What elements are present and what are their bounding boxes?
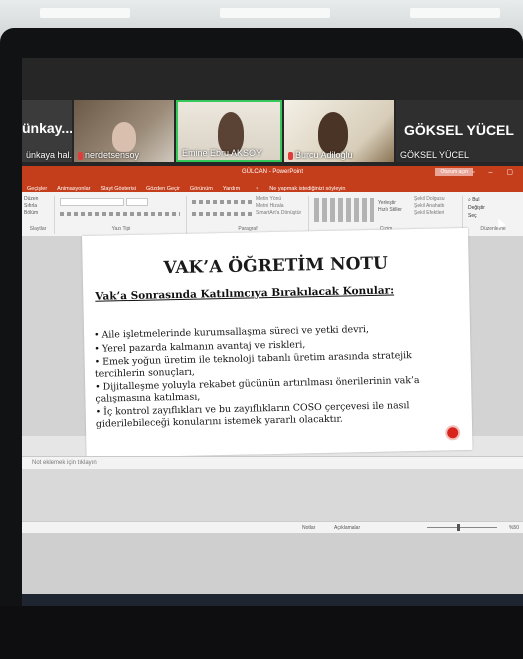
shape-format-commands: Şekil Dolgusu Şekil Anahattı Şekil Efekt… [414,196,445,217]
record-dot-icon [447,427,459,439]
ribbon-group-slides: Düzen Sıfırla Bölüm Slaytlar [22,196,55,234]
video-tile[interactable]: ünkay... ünkaya hal... [22,100,72,162]
reset-button[interactable]: Sıfırla [24,203,38,210]
shape-outline-button[interactable]: Şekil Anahattı [414,203,445,210]
font-size-input[interactable] [126,198,148,206]
shape-effects-button[interactable]: Şekil Efektleri [414,210,445,217]
participant-name: GÖKSEL YÜCEL [400,150,470,160]
window-controls[interactable]: ▫ – ▢ [472,168,519,176]
zoom-slider[interactable] [427,527,497,528]
participant-name: ünkaya hal... [26,150,72,160]
title-bar: GÜLCAN - PowerPoint Oturum açın ▫ – ▢ [22,166,523,180]
group-label: Slaytlar [29,226,47,232]
notes-placeholder: Not eklemek için tıklayın [32,460,97,466]
drawing-commands: Yerleştir Hızlı Stiller [378,200,402,214]
paragraph-commands: Metin Yönü Metni Hizala SmartArt'a Dönüş… [256,196,301,217]
ribbon-tabs: Geçişler Animasyonlar Slayt Gösterisi Gözde… [22,180,523,192]
ribbon-group-paragraph: Metin Yönü Metni Hizala SmartArt'a Dönüş… [188,196,309,234]
muted-mic-icon [288,151,293,160]
video-tile-active-speaker[interactable]: Emine Ebru AKSOY [176,100,282,162]
comments-toggle[interactable]: Açıklamalar [334,525,360,531]
group-label: Yazı Tipi [111,226,131,232]
slide-commands: Düzen Sıfırla Bölüm [24,196,38,217]
monitor-lower-bezel [0,606,523,659]
taskbar: X ⌃ [22,594,523,606]
quick-styles-button[interactable]: Hızlı Stiller [378,207,402,214]
group-label: Düzenleme [480,226,506,232]
slide-canvas[interactable]: VAK’A ÖĞRETİM NOTU Vak’a Sonrasında Katı… [82,227,473,458]
list-buttons[interactable] [192,200,252,204]
tell-me-search[interactable]: ♀ Ne yapmak istediğinizi söyleyin [245,180,355,192]
ribbon-group-font: Yazı Tipi [56,196,187,234]
font-name-input[interactable] [60,198,124,206]
tab-slayt-gosterisi[interactable]: Slayt Gösterisi [96,183,141,192]
editing-commands: ⌕ Bul Değiştir Seç [468,196,485,220]
ribbon-group-editing: ⌕ Bul Değiştir Seç Düzenleme [464,196,522,234]
align-buttons[interactable] [192,212,252,216]
lightbulb-icon: ♀ [255,186,260,192]
find-button[interactable]: ⌕ Bul [468,196,485,204]
tab-gorunum[interactable]: Görünüm [185,183,218,192]
video-tile[interactable]: Burcu Adiloğlu [284,100,394,162]
tab-gozden-gecir[interactable]: Gözden Geçir [141,183,185,192]
zoom-level[interactable]: %50 [509,525,519,531]
video-tile[interactable]: nerdetsensoy [74,100,174,162]
participant-figure [112,122,136,152]
shape-fill-button[interactable]: Şekil Dolgusu [414,196,445,203]
tab-yardim[interactable]: Yardım [218,183,245,192]
video-strip: ünkay... ünkaya hal... nerdetsensoy Emin… [22,58,523,166]
participant-big-name: ünkay... [22,120,72,136]
bullet-item: İç kontrol zayıflıkları ve bu zayıflıkla… [96,399,466,430]
participant-figure [318,112,348,154]
ceiling-light [40,8,130,18]
tab-gecisler[interactable]: Geçişler [22,183,52,192]
slide-editing-area: VAK’A ÖĞRETİM NOTU Vak’a Sonrasında Katı… [22,227,523,458]
zoom-slider-handle[interactable] [457,524,460,531]
section-button[interactable]: Bölüm [24,210,38,217]
video-tile[interactable]: GÖKSEL YÜCEL GÖKSEL YÜCEL [396,100,523,162]
ceiling-light [410,8,500,18]
muted-mic-icon [78,151,83,160]
text-direction-button[interactable]: Metin Yönü [256,196,301,203]
slide-title: VAK’A ÖĞRETİM NOTU [163,253,389,279]
empty-canvas [22,469,523,521]
participant-big-name: GÖKSEL YÜCEL [404,122,514,138]
monitor-screen: ünkay... ünkaya hal... nerdetsensoy Emin… [22,58,523,606]
ceiling-light [220,8,330,18]
layout-button[interactable]: Düzen [24,196,38,203]
powerpoint-window: GÜLCAN - PowerPoint Oturum açın ▫ – ▢ Ge… [22,166,523,606]
sign-in-button[interactable]: Oturum açın [435,168,473,176]
shapes-gallery[interactable] [314,198,374,222]
arrange-button[interactable]: Yerleştir [378,200,402,207]
tab-animasyonlar[interactable]: Animasyonlar [52,183,95,192]
font-format-buttons[interactable] [60,212,180,216]
select-button[interactable]: Seç [468,212,485,220]
notes-toggle[interactable]: Notlar [302,525,315,531]
participant-name: Emine Ebru AKSOY [182,148,263,158]
participant-name: Burcu Adiloğlu [288,150,353,160]
convert-smartart-button[interactable]: SmartArt'a Dönüştür [256,210,301,217]
replace-button[interactable]: Değiştir [468,204,485,212]
align-text-button[interactable]: Metni Hizala [256,203,301,210]
notes-pane[interactable]: Not eklemek için tıklayın [22,456,523,469]
slide-subtitle: Vak’a Sonrasında Katılımcıya Bırakılacak… [95,284,395,303]
participant-name: nerdetsensoy [78,150,139,160]
slide-bullet-list: Aile işletmelerinde kurumsallaşma süreci… [94,322,466,432]
